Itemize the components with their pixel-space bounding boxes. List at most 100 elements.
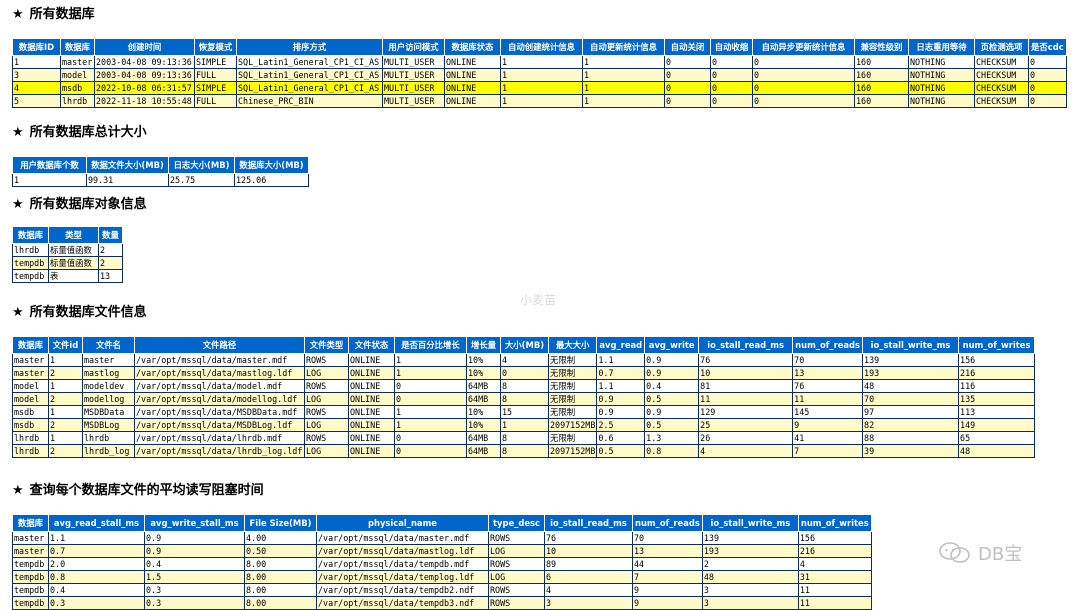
table-cell: 0 — [394, 392, 467, 406]
column-header: num_of_reads — [792, 336, 864, 354]
table-cell: lhrdb — [82, 431, 135, 445]
table-cell: 0 — [394, 379, 467, 393]
table-cell: 76 — [544, 531, 633, 545]
table-header-row: 用户数据库个数 数据文件大小(MB) 日志大小(MB) 数据库大小(MB) — [12, 156, 309, 174]
table-cell: 0.50 — [244, 544, 317, 558]
table-cell: 10% — [466, 405, 501, 419]
table-cell: LOG — [304, 444, 349, 458]
table-cell: 1 — [394, 418, 467, 432]
table-cell: 8.00 — [244, 570, 317, 584]
column-header: 自动收缩 — [710, 38, 753, 56]
report-content: ★ 所有数据库 数据库ID 数据库 创建时间 恢复模式 排序方式 用户访问模式 数据库状态 自动创… — [0, 0, 1080, 610]
table-cell: 标量值函数 — [48, 256, 99, 270]
table-cell: 无限制 — [547, 405, 598, 419]
table-cell: 0.3 — [144, 596, 245, 610]
table-cell: ROWS — [488, 557, 545, 571]
table-cell: 0 — [664, 81, 711, 95]
data-table: 数据库ID 数据库 创建时间 恢复模式 排序方式 用户访问模式 数据库状态 自动创建统计信息自… — [12, 38, 1067, 108]
table-cell: 表 — [48, 269, 99, 283]
table-cell: 0.4 — [644, 379, 700, 393]
table-cell: 2.5 — [596, 418, 646, 432]
table-cell: 3 — [12, 68, 61, 82]
column-header: 创建时间 — [94, 38, 195, 56]
table-cell: 156 — [797, 531, 872, 545]
table-cell: 193 — [701, 544, 799, 558]
table-cell: 4 — [698, 444, 794, 458]
table-cell: 0.5 — [596, 444, 646, 458]
table-row: lhrdb 2 lhrdb_log/var/opt/mssql/data/lhrdb… — [12, 444, 1036, 458]
column-header: avg_write_stall_ms — [144, 514, 245, 532]
table-cell: 10% — [466, 366, 501, 380]
table-cell: 0.4 — [144, 557, 245, 571]
table-cell: 1 — [582, 81, 665, 95]
table-cell: /var/opt/mssql/data/lhrdb_log.ldf — [134, 444, 305, 458]
table-row: model 1 modeldev/var/opt/mssql/data/model.… — [12, 379, 1036, 393]
table-cell: ONLINE — [444, 81, 501, 95]
table-cell: 0.9 — [644, 353, 700, 367]
table-cell: 64MB — [466, 379, 501, 393]
table-cell: 1 — [500, 418, 549, 432]
table-cell: 0 — [752, 55, 855, 69]
table-cell: 1 — [48, 431, 83, 445]
data-table: 用户数据库个数 数据文件大小(MB) 日志大小(MB) 数据库大小(MB) 1 99.31… — [12, 156, 309, 187]
column-header: 是否cdc — [1028, 38, 1067, 56]
table-cell: 0.8 — [48, 570, 145, 584]
table-row: master 0.7 0.9 0.50/var/opt/mssql/data/mast… — [12, 544, 872, 558]
column-header: 数据库 — [12, 336, 49, 354]
table-cell: 8.00 — [244, 557, 317, 571]
star-icon: ★ — [12, 483, 24, 498]
data-table: 数据库 类型 数量 lhrdb 标量值函数 2 tempdb 标量值函数 2 tempdb 表 13 — [12, 226, 123, 283]
table-cell: ROWS — [488, 596, 545, 610]
table-cell: LOG — [304, 366, 349, 380]
table-header-row: 数据库ID 数据库 创建时间 恢复模式 排序方式 用户访问模式 数据库状态 自动创建统计信息自… — [12, 38, 1067, 56]
table-cell: 125.06 — [234, 173, 309, 187]
table-cell: 0.4 — [48, 583, 145, 597]
table-cell: /var/opt/mssql/data/tempdb3.ndf — [316, 596, 489, 610]
table-cell: NOTHING — [908, 68, 975, 82]
table-cell: 0.8 — [644, 444, 700, 458]
column-header: 自动更新统计信息 — [582, 38, 665, 56]
table-cell: 0.3 — [48, 596, 145, 610]
table-cell: 1 — [48, 379, 83, 393]
column-header: 数据库状态 — [444, 38, 501, 56]
column-header: 数据文件大小(MB) — [86, 156, 169, 174]
table-cell: 0.6 — [596, 431, 646, 445]
table-cell: /var/opt/mssql/data/tempdb2.ndf — [316, 583, 489, 597]
table-cell: 0.9 — [644, 366, 700, 380]
table-cell: 13 — [98, 269, 123, 283]
table-cell: 11 — [797, 596, 872, 610]
table-cell: 6 — [544, 570, 633, 584]
table-cell: LOG — [304, 418, 349, 432]
table-cell: 1 — [12, 173, 87, 187]
table-row: msdb 2 MSDBLog/var/opt/mssql/data/MSDBLog.… — [12, 418, 1036, 432]
column-header: 数据库大小(MB) — [234, 156, 309, 174]
data-table: 数据库 文件id 文件名 文件路径 文件类型 文件状态 是否百分比增长 增长量 大小(MB) 最大… — [12, 336, 1036, 458]
table-cell: 64MB — [466, 431, 501, 445]
table-cell: master — [12, 531, 49, 545]
table-cell: 76 — [792, 379, 864, 393]
table-cell: 0.9 — [144, 531, 245, 545]
table-cell: ONLINE — [348, 392, 395, 406]
table-cell: LOG — [488, 570, 545, 584]
section-title: ★ 所有数据库对象信息 — [12, 196, 147, 214]
table-cell: 1 — [12, 55, 61, 69]
table-cell: /var/opt/mssql/data/modellog.ldf — [134, 392, 305, 406]
table-cell: ONLINE — [348, 379, 395, 393]
table-cell: modellog — [82, 392, 135, 406]
table-cell: ROWS — [488, 531, 545, 545]
table-cell: 44 — [632, 557, 703, 571]
table-cell: 1 — [394, 366, 467, 380]
table-cell: 4 — [797, 557, 872, 571]
table-cell: MULTI_USER — [382, 68, 445, 82]
table-cell: 1 — [500, 94, 583, 108]
table-cell: 1 — [394, 353, 467, 367]
table-cell: master — [12, 366, 49, 380]
column-header: 文件状态 — [348, 336, 395, 354]
table-cell: 15 — [500, 405, 549, 419]
table-row: tempdb 表 13 — [12, 269, 123, 283]
table-cell: lhrdb — [12, 444, 49, 458]
column-header: 日志重用等待 — [908, 38, 975, 56]
data-table: 数据库 avg_read_stall_ms avg_write_stall_ms Fi… — [12, 514, 872, 610]
table-cell: ONLINE — [348, 405, 395, 419]
column-header: 数据库 — [12, 226, 49, 244]
